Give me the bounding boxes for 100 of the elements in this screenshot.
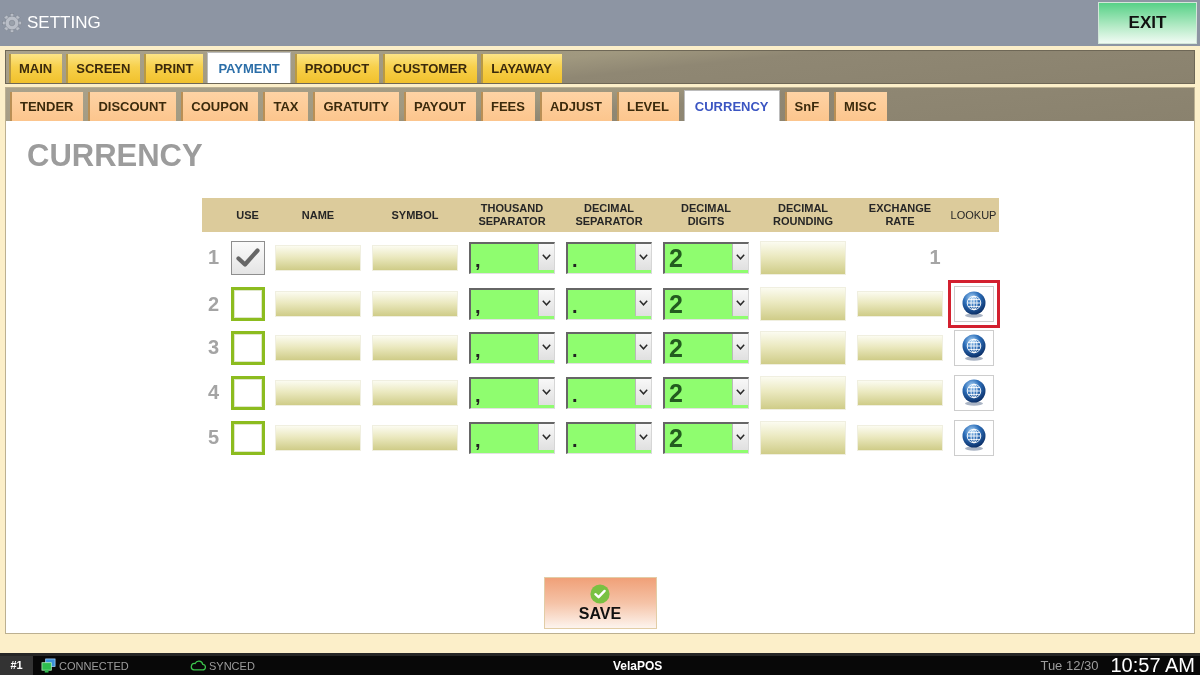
decimal-digits-dropdown[interactable]: 2 [663, 331, 749, 364]
thousand-separator-dropdown[interactable]: , [469, 331, 555, 364]
chevron-down-icon [736, 343, 745, 350]
use-checkbox[interactable] [230, 330, 265, 365]
column-header: THOUSAND SEPARATOR [477, 202, 547, 228]
decimal-separator-dropdown[interactable]: . [566, 288, 652, 320]
clock-time: 10:57 AM [1110, 656, 1195, 675]
name-field[interactable] [275, 244, 361, 271]
decimal-separator-dropdown[interactable]: . [566, 376, 652, 409]
decimal-rounding-field[interactable] [760, 375, 846, 410]
symbol-field[interactable] [372, 291, 458, 317]
app-name: VelaPOS [613, 658, 663, 673]
chevron-down-icon [639, 300, 648, 306]
use-checkbox[interactable] [230, 420, 265, 455]
symbol-field[interactable] [372, 334, 458, 361]
lookup-button[interactable] [953, 286, 994, 322]
sub-tab[interactable]: GRATUITY [313, 92, 399, 121]
row-number: 1 [207, 246, 220, 269]
check-circle-icon [590, 583, 610, 604]
sub-tab[interactable]: SnF [784, 92, 830, 121]
chevron-down-icon [542, 343, 551, 350]
globe-icon [960, 379, 987, 406]
exchange-rate-field[interactable] [857, 379, 943, 406]
globe-icon [960, 424, 987, 451]
use-checkbox[interactable] [230, 240, 265, 275]
window-title: SETTING [27, 13, 101, 33]
name-field[interactable] [275, 379, 361, 406]
sub-tab[interactable]: DISCOUNT [88, 92, 177, 121]
name-field[interactable] [275, 291, 361, 317]
cloud-icon [190, 660, 206, 671]
row-number: 4 [207, 381, 220, 404]
decimal-rounding-field[interactable] [760, 240, 846, 275]
decimal-digits-dropdown[interactable]: 2 [663, 421, 749, 454]
use-checkbox[interactable] [230, 287, 265, 321]
column-header: DECIMAL SEPARATOR [574, 202, 644, 228]
decimal-digits-dropdown[interactable]: 2 [663, 241, 749, 274]
connection-status: CONNECTED [59, 659, 129, 672]
decimal-digits-dropdown[interactable]: 2 [663, 376, 749, 409]
tab[interactable]: MAIN [9, 54, 63, 83]
column-header: EXCHANGE RATE [867, 202, 933, 228]
tab[interactable]: PRODUCT [294, 54, 380, 83]
tab[interactable]: SCREEN [66, 54, 141, 83]
chevron-down-icon [542, 300, 551, 306]
sub-tab[interactable]: COUPON [181, 92, 259, 121]
decimal-rounding-field[interactable] [760, 330, 846, 365]
chevron-down-icon [736, 433, 745, 440]
decimal-separator-dropdown[interactable]: . [566, 241, 652, 274]
lookup-button[interactable] [953, 419, 994, 456]
chevron-down-icon [736, 300, 745, 306]
sub-tab[interactable]: LEVEL [616, 92, 679, 121]
chevron-down-icon [542, 388, 551, 395]
exchange-rate-value: 1 [929, 246, 941, 269]
decimal-separator-dropdown[interactable]: . [566, 421, 652, 454]
sub-tab[interactable]: ADJUST [539, 92, 612, 121]
decimal-rounding-field[interactable] [760, 420, 846, 455]
lookup-button[interactable] [953, 329, 994, 366]
monitor-icon [41, 658, 56, 673]
sub-tab[interactable]: FEES [480, 92, 535, 121]
thousand-separator-dropdown[interactable]: , [469, 376, 555, 409]
column-header: LOOKUP [950, 208, 997, 222]
symbol-field[interactable] [372, 244, 458, 271]
tab[interactable]: PAYMENT [207, 52, 291, 83]
exchange-rate-field[interactable] [857, 424, 943, 451]
lookup-button[interactable] [953, 374, 994, 411]
tab[interactable]: PRINT [144, 54, 204, 83]
sub-tab[interactable]: MISC [834, 92, 887, 121]
thousand-separator-dropdown[interactable]: , [469, 288, 555, 320]
chevron-down-icon [639, 433, 648, 440]
name-field[interactable] [275, 424, 361, 451]
thousand-separator-dropdown[interactable]: , [469, 421, 555, 454]
chevron-down-icon [639, 343, 648, 350]
use-checkbox[interactable] [230, 375, 265, 410]
tab[interactable]: CUSTOMER [383, 54, 478, 83]
symbol-field[interactable] [372, 379, 458, 406]
chevron-down-icon [736, 253, 745, 260]
sub-tab[interactable]: TAX [263, 92, 309, 121]
column-header: NAME [301, 208, 335, 222]
exchange-rate-field[interactable] [857, 291, 943, 317]
sub-tab[interactable]: PAYOUT [403, 92, 476, 121]
save-button[interactable]: SAVE [543, 577, 657, 629]
decimal-digits-dropdown[interactable]: 2 [663, 288, 749, 320]
decimal-separator-dropdown[interactable]: . [566, 331, 652, 364]
tab[interactable]: LAYAWAY [481, 54, 562, 83]
globe-icon [960, 334, 987, 361]
thousand-separator-dropdown[interactable]: , [469, 241, 555, 274]
check-icon [235, 247, 260, 268]
exit-button[interactable]: EXIT [1098, 2, 1197, 44]
column-header: DECIMAL ROUNDING [772, 202, 834, 228]
exchange-rate-field[interactable] [857, 334, 943, 361]
symbol-field[interactable] [372, 424, 458, 451]
gear-icon [2, 13, 22, 33]
name-field[interactable] [275, 334, 361, 361]
sub-tab[interactable]: TENDER [10, 92, 84, 121]
chevron-down-icon [639, 253, 648, 260]
column-header: USE [236, 208, 259, 222]
decimal-rounding-field[interactable] [760, 287, 846, 321]
sub-tab[interactable]: CURRENCY [683, 90, 780, 121]
column-header: DECIMAL DIGITS [679, 202, 733, 228]
chevron-down-icon [736, 388, 745, 395]
row-number: 3 [207, 336, 220, 359]
